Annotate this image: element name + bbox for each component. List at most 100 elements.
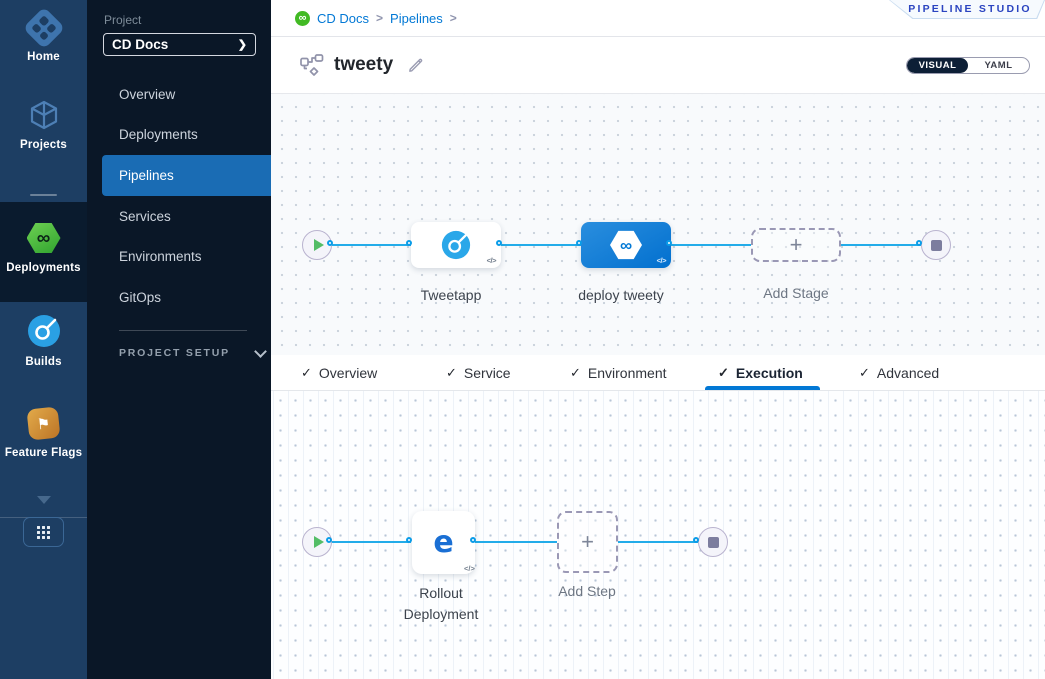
- execution-canvas[interactable]: e </> + Rollout Deployment Add Step: [271, 391, 1045, 679]
- deploy-stage-icon: ∞: [610, 230, 642, 260]
- check-icon: ✓: [570, 365, 581, 381]
- play-icon: [314, 239, 324, 251]
- link-connector: [693, 537, 699, 543]
- build-stage-icon: [441, 230, 471, 260]
- project-label: Project: [104, 13, 141, 27]
- toggle-yaml[interactable]: YAML: [968, 58, 1029, 73]
- tab-service[interactable]: ✓ Service: [446, 355, 511, 391]
- project-setup-toggle[interactable]: PROJECT SETUP: [119, 347, 265, 359]
- deployments-icon: ∞: [27, 222, 61, 254]
- pipeline-name: tweety: [334, 54, 393, 76]
- rail-more-modules[interactable]: [0, 496, 87, 504]
- add-stage-button[interactable]: +: [751, 228, 841, 262]
- tab-environment[interactable]: ✓ Environment: [570, 355, 667, 391]
- rail-item-home[interactable]: Home: [0, 13, 87, 63]
- stage-link: [671, 244, 751, 246]
- sidebar-item-environments[interactable]: Environments: [87, 236, 271, 277]
- plus-icon: +: [790, 232, 803, 258]
- stage-config-tabs: ✓ Overview ✓ Service ✓ Environment ✓ Exe…: [271, 355, 1045, 391]
- stage-link: [332, 244, 411, 246]
- rail-item-label: Feature Flags: [5, 447, 82, 459]
- link-connector: [916, 240, 922, 246]
- link-connector: [326, 537, 332, 543]
- app-window: Home Projects ∞ Deployments Builds ⚑ Fea…: [0, 0, 1045, 679]
- rail-item-label: Deployments: [6, 262, 80, 274]
- play-icon: [314, 536, 324, 548]
- chevron-down-icon: [254, 345, 267, 358]
- project-name: CD Docs: [112, 37, 238, 52]
- home-icon: [22, 7, 64, 49]
- check-icon: ✓: [859, 365, 870, 381]
- step-label-line2: Deployment: [404, 606, 479, 622]
- module-grid-button[interactable]: [23, 517, 64, 547]
- add-step-button[interactable]: +: [557, 511, 618, 573]
- add-stage-label: Add Stage: [763, 285, 828, 301]
- edit-pipeline-button[interactable]: [407, 56, 425, 74]
- add-step-label: Add Step: [558, 583, 616, 599]
- sidebar-item-overview[interactable]: Overview: [87, 74, 271, 115]
- sidebar-divider: [119, 330, 247, 331]
- toggle-visual[interactable]: VISUAL: [907, 58, 968, 73]
- harness-logo-icon: ∞: [295, 11, 310, 26]
- rail-item-builds[interactable]: Builds: [0, 314, 87, 368]
- projects-icon: [27, 99, 61, 131]
- code-icon: </>: [464, 564, 475, 573]
- tab-advanced[interactable]: ✓ Advanced: [859, 355, 939, 391]
- rail-item-label: Builds: [25, 356, 61, 368]
- rail-item-projects[interactable]: Projects: [0, 99, 87, 151]
- code-icon: </>: [487, 256, 496, 265]
- link-connector: [496, 240, 502, 246]
- rail-item-feature-flags[interactable]: ⚑ Feature Flags: [0, 408, 87, 459]
- step-label-line1: Rollout: [419, 585, 463, 601]
- stage-link: [841, 244, 921, 246]
- breadcrumb-pipelines-link[interactable]: Pipelines: [390, 11, 443, 26]
- step-link: [331, 541, 411, 543]
- pipeline-studio-badge: PIPELINE STUDIO: [889, 0, 1045, 19]
- rollout-deployment-icon: e: [433, 528, 453, 558]
- stage-node-deploy-tweety[interactable]: ∞ </>: [581, 222, 671, 268]
- visual-yaml-toggle[interactable]: VISUAL YAML: [906, 57, 1030, 74]
- breadcrumb-separator: >: [450, 11, 457, 25]
- link-connector: [406, 240, 412, 246]
- pipeline-graph-icon: [300, 54, 324, 76]
- breadcrumb-project-link[interactable]: CD Docs: [317, 11, 369, 26]
- stage-label: Tweetapp: [421, 287, 482, 303]
- stage-link: [501, 244, 581, 246]
- check-icon: ✓: [301, 365, 312, 381]
- main-content: PIPELINE STUDIO ∞ CD Docs > Pipelines > …: [271, 0, 1045, 679]
- code-icon: </>: [657, 256, 666, 265]
- chevron-down-icon: [37, 496, 51, 504]
- chevron-right-icon: ❯: [238, 38, 247, 51]
- sidebar-nav: Overview Deployments Pipelines Services …: [87, 74, 271, 318]
- module-rail: Home Projects ∞ Deployments Builds ⚑ Fea…: [0, 0, 87, 679]
- link-connector: [470, 537, 476, 543]
- sidebar-item-gitops[interactable]: GitOps: [87, 277, 271, 318]
- rail-item-deployments[interactable]: ∞ Deployments: [0, 222, 87, 274]
- plus-icon: +: [581, 529, 594, 555]
- link-connector: [327, 240, 333, 246]
- feature-flags-icon: ⚑: [26, 406, 60, 440]
- pencil-icon: [407, 56, 425, 74]
- sidebar-item-pipelines[interactable]: Pipelines: [102, 155, 271, 196]
- stage-node-tweetapp[interactable]: </>: [411, 222, 501, 268]
- step-link: [475, 541, 557, 543]
- tab-overview[interactable]: ✓ Overview: [301, 355, 377, 391]
- active-tab-underline: [705, 386, 820, 390]
- link-connector: [666, 240, 672, 246]
- rail-item-label: Home: [27, 51, 60, 63]
- step-link: [618, 541, 698, 543]
- check-icon: ✓: [718, 365, 729, 381]
- stage-canvas[interactable]: </> ∞ </> + Tweetapp deploy tweety Add S…: [271, 94, 1045, 355]
- sidebar-item-services[interactable]: Services: [87, 196, 271, 237]
- stage-label: deploy tweety: [578, 287, 664, 303]
- sidebar-item-deployments[interactable]: Deployments: [87, 115, 271, 156]
- stop-icon: [931, 240, 942, 251]
- execution-end-node[interactable]: [698, 527, 728, 557]
- project-sidebar: Project CD Docs ❯ Overview Deployments P…: [87, 0, 271, 679]
- link-connector: [406, 537, 412, 543]
- project-selector[interactable]: CD Docs ❯: [103, 33, 256, 56]
- pipeline-end-node[interactable]: [921, 230, 951, 260]
- check-icon: ✓: [446, 365, 457, 381]
- pipeline-title-bar: tweety VISUAL YAML: [271, 37, 1045, 94]
- project-setup-label: PROJECT SETUP: [119, 347, 230, 359]
